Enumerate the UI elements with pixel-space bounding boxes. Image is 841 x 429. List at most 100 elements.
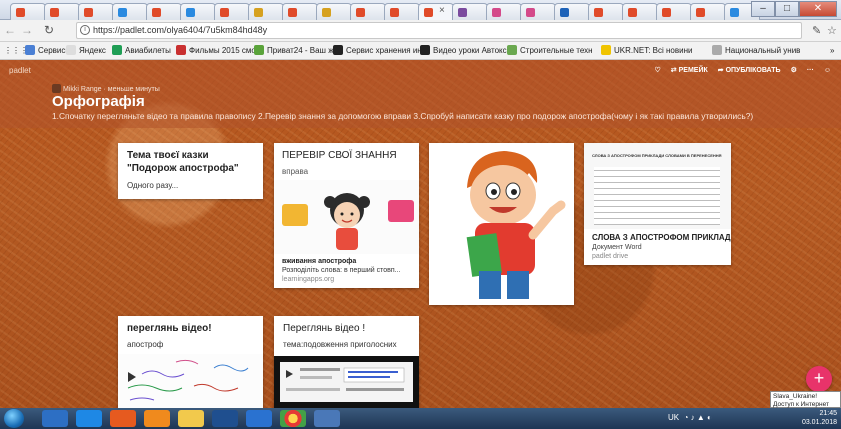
bookmark-item[interactable]: Авиабилеты <box>112 45 171 57</box>
bookmark-favicon-icon <box>333 45 343 55</box>
browser-tab-active[interactable]: × <box>418 3 454 20</box>
card-word-document[interactable]: СЛОВА З АПОСТРОФОМ ПРИКЛАДИ СЛОВАМИ В ПЕ… <box>584 143 731 265</box>
bookmark-item[interactable]: Национальный унив <box>712 45 800 57</box>
url-field[interactable]: i https://padlet.com/olya6404/7u5km84hd4… <box>76 22 802 39</box>
card-body: Одного разу... <box>127 181 179 190</box>
tray-icons-glyphs[interactable]: ◔ ♪ ▲ ◐ <box>681 413 712 422</box>
padlet-toolbar: ♡ ⇄ РЕМЕЙК ➦ ОПУБЛІКОВАТЬ ⚙ ··· ☺ <box>655 66 831 75</box>
tab-favicon-icon <box>492 8 501 17</box>
link-description: Розподіліть слова: в перший стовп... <box>282 267 401 274</box>
app-icon[interactable] <box>110 410 136 427</box>
browser-tab[interactable] <box>112 3 148 20</box>
forward-icon[interactable]: → <box>20 23 34 37</box>
card-check-knowledge[interactable]: ПЕРЕВІР СВОЇ ЗНАННЯ вправа вживання апос… <box>274 143 419 288</box>
search-icon[interactable] <box>246 410 272 427</box>
bookmark-item[interactable]: Сервис хранения ин <box>333 45 422 57</box>
browser-tab[interactable] <box>214 3 250 20</box>
card-video-consonants[interactable]: Переглянь відео ! тема:подовження пригол… <box>274 316 419 408</box>
word-icon[interactable] <box>212 410 238 427</box>
extension-icon[interactable]: ✎ <box>812 24 821 37</box>
author-name: Mikki Range <box>63 86 102 93</box>
user-avatar-icon[interactable]: ☺ <box>824 67 831 74</box>
bookmark-item[interactable]: Яндекс <box>66 45 106 57</box>
chrome-icon[interactable] <box>280 410 306 427</box>
more-bookmarks-icon[interactable]: » <box>830 45 834 57</box>
bookmark-item[interactable]: UKR.NET: Всі новини <box>601 45 692 57</box>
browser-tab[interactable] <box>452 3 488 20</box>
browser-tab[interactable] <box>350 3 386 20</box>
clock-time: 21:45 <box>819 410 837 417</box>
card-tale[interactable]: Тема твоєї казки "Подорож апострофа" Одн… <box>118 143 263 199</box>
browser-tab[interactable] <box>180 3 216 20</box>
document-type: Документ Word <box>592 244 642 251</box>
media-player-icon[interactable] <box>42 410 68 427</box>
tab-favicon-icon <box>84 8 93 17</box>
minimize-button[interactable]: – <box>751 1 775 17</box>
internet-explorer-icon[interactable] <box>76 410 102 427</box>
browser-tab[interactable] <box>10 3 46 20</box>
browser-tab[interactable] <box>384 3 420 20</box>
reload-icon[interactable]: ↻ <box>42 23 56 37</box>
maximize-button[interactable]: □ <box>775 1 799 17</box>
bookmark-star-icon[interactable]: ☆ <box>827 24 837 37</box>
bookmark-item[interactable]: Фильмы 2015 смотр <box>176 45 264 57</box>
more-icon[interactable]: ··· <box>807 67 814 74</box>
clock-date: 03.01.2018 <box>801 419 837 426</box>
bookmark-item[interactable]: Строительные техн <box>507 45 593 57</box>
tab-favicon-icon <box>424 8 433 17</box>
word-document-icon[interactable] <box>314 410 340 427</box>
browser-tab[interactable] <box>146 3 182 20</box>
start-button[interactable] <box>4 409 24 428</box>
bookmark-item[interactable]: Видео уроки Автокс <box>420 45 507 57</box>
bookmark-favicon-icon <box>66 45 76 55</box>
remake-button[interactable]: ⇄ РЕМЕЙК <box>671 66 708 74</box>
bookmark-label: Авиабилеты <box>125 46 171 55</box>
bookmark-item[interactable]: Сервисы <box>25 45 71 57</box>
folder-icon[interactable] <box>178 410 204 427</box>
browser-tab[interactable] <box>554 3 590 20</box>
browser-tab[interactable] <box>486 3 522 20</box>
tab-favicon-icon <box>696 8 705 17</box>
browser-tab[interactable] <box>44 3 80 20</box>
browser-tab[interactable] <box>282 3 318 20</box>
browser-tab[interactable] <box>316 3 352 20</box>
publish-button[interactable]: ➦ ОПУБЛІКОВАТЬ <box>718 66 781 74</box>
browser-tab-strip: × – □ ✕ <box>0 0 841 20</box>
video-thumbnail[interactable] <box>274 356 419 408</box>
store-icon[interactable] <box>144 410 170 427</box>
browser-tab[interactable] <box>588 3 624 20</box>
browser-tab[interactable] <box>690 3 726 20</box>
browser-tab[interactable] <box>520 3 556 20</box>
clock[interactable]: 21:45 03.01.2018 <box>802 409 837 427</box>
bookmark-label: Видео уроки Автокс <box>433 46 507 55</box>
tab-favicon-icon <box>16 8 25 17</box>
back-icon[interactable]: ← <box>3 23 17 37</box>
heart-icon[interactable]: ♡ <box>655 66 661 74</box>
browser-tab[interactable] <box>248 3 284 20</box>
close-window-button[interactable]: ✕ <box>799 1 837 17</box>
bookmark-favicon-icon <box>601 45 611 55</box>
gear-icon[interactable]: ⚙ <box>791 66 797 74</box>
card-cartoon-image[interactable] <box>429 143 574 305</box>
browser-tab[interactable] <box>656 3 692 20</box>
tab-favicon-icon <box>50 8 59 17</box>
language-indicator[interactable]: UK <box>668 413 679 422</box>
add-post-button[interactable]: + <box>806 366 832 392</box>
browser-tab[interactable] <box>78 3 114 20</box>
tab-close-icon[interactable]: × <box>439 5 445 16</box>
browser-tab[interactable] <box>622 3 658 20</box>
network-tooltip: Slava_Ukraine! Доступ к Интернет <box>770 391 841 408</box>
page-title: Орфографія <box>52 93 145 110</box>
tooltip-line: Slava_Ukraine! <box>773 393 818 400</box>
bookmark-favicon-icon <box>176 45 186 55</box>
info-icon[interactable]: i <box>80 25 90 35</box>
padlet-logo[interactable]: padlet <box>9 66 31 75</box>
card-subtitle: вправа <box>282 167 309 176</box>
post-time: меньше минуты <box>107 86 160 93</box>
tab-favicon-icon <box>220 8 229 17</box>
bookmark-item[interactable]: Приват24 - Ваш жит <box>254 45 342 57</box>
tab-favicon-icon <box>288 8 297 17</box>
video-thumbnail[interactable] <box>118 354 263 408</box>
card-video-apostrophe[interactable]: переглянь відео! апостроф <box>118 316 263 408</box>
tab-favicon-icon <box>526 8 535 17</box>
